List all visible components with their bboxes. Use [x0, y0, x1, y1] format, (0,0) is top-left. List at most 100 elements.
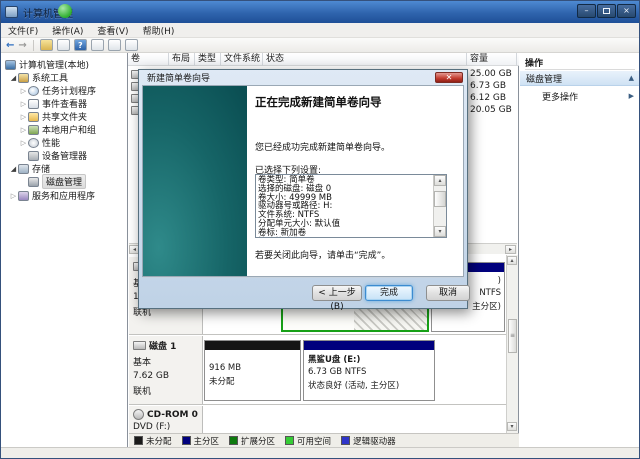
- more-actions-item[interactable]: 更多操作 ▶: [520, 89, 640, 103]
- properties-icon[interactable]: [91, 39, 104, 51]
- window-pane-icon[interactable]: [57, 39, 70, 51]
- collapsed-icon[interactable]: ▷: [19, 139, 28, 147]
- collapsed-icon[interactable]: ▷: [19, 100, 28, 108]
- forward-icon[interactable]: →: [18, 39, 26, 52]
- row-divider: [129, 404, 507, 405]
- volume-capacity: 20.05 GB: [470, 105, 516, 115]
- menu-file[interactable]: 文件(F): [8, 24, 38, 37]
- legend-item: 扩展分区: [229, 435, 275, 447]
- new-simple-volume-wizard-dialog: 新建简单卷向导 ✕ 正在完成新建简单卷向导 您已经成功完成新建简单卷向导。 已选…: [138, 69, 468, 309]
- disk1-volume-e[interactable]: 黑鲨U盘 (E:) 6.73 GB NTFS 状态良好 (活动, 主分区): [303, 340, 435, 401]
- refresh-icon[interactable]: [108, 39, 121, 51]
- event-viewer-icon: [28, 99, 39, 109]
- settings-listbox[interactable]: 卷类型: 简单卷 选择的磁盘: 磁盘 0 卷大小: 49999 MB 驱动器号或…: [255, 174, 447, 238]
- listbox-scrollbar[interactable]: ▴ ▾: [433, 175, 446, 237]
- storage-icon: [18, 164, 29, 174]
- tree-item-performance[interactable]: ▷ 性能: [19, 136, 60, 149]
- menu-view[interactable]: 查看(V): [97, 24, 128, 37]
- column-volume[interactable]: 卷: [128, 53, 169, 66]
- dialog-title-bar[interactable]: 新建简单卷向导 ✕: [142, 70, 464, 85]
- settings-lines: 卷类型: 简单卷 选择的磁盘: 磁盘 0 卷大小: 49999 MB 驱动器号或…: [258, 176, 432, 238]
- help-icon[interactable]: ?: [74, 39, 87, 51]
- scroll-right-icon[interactable]: ▸: [505, 245, 516, 254]
- dialog-close-icon[interactable]: ✕: [435, 72, 463, 83]
- app-icon: [5, 6, 18, 18]
- console-tree-icon[interactable]: [40, 39, 53, 51]
- scroll-thumb[interactable]: ≡: [508, 319, 517, 353]
- tree-root[interactable]: 计算机管理(本地): [5, 58, 89, 71]
- wizard-watermark: [143, 86, 247, 276]
- close-button[interactable]: ×: [617, 4, 636, 18]
- dialog-body: 正在完成新建简单卷向导 您已经成功完成新建简单卷向导。 已选择下列设置: 卷类型…: [142, 85, 464, 277]
- collapsed-icon[interactable]: ▷: [19, 87, 28, 95]
- minimize-button[interactable]: –: [577, 4, 596, 18]
- volume-list-header: 卷 布局 类型 文件系统 状态 容量: [128, 53, 519, 66]
- freespace-swatch: [285, 436, 294, 445]
- scroll-up-icon[interactable]: ▴: [434, 175, 446, 186]
- partition-legend: 未分配 主分区 扩展分区 可用空间 逻辑驱动器: [129, 433, 519, 447]
- column-type[interactable]: 类型: [195, 53, 221, 66]
- disk-icon: [133, 341, 146, 350]
- scroll-up-icon[interactable]: ▴: [507, 256, 517, 265]
- computer-icon: [5, 60, 16, 70]
- disk-management-icon: [28, 177, 39, 187]
- services-icon: [18, 191, 29, 201]
- volume-capacity: 6.12 GB: [470, 93, 516, 103]
- wizard-note: 若要关闭此向导，请单击“完成”。: [255, 248, 465, 261]
- toolbar: ← → ?: [1, 38, 640, 53]
- tree-item-device-manager[interactable]: 设备管理器: [28, 149, 87, 162]
- tree-item-event-viewer[interactable]: ▷ 事件查看器: [19, 97, 87, 110]
- volume-capacity: 25.00 GB: [470, 69, 516, 79]
- column-status[interactable]: 状态: [263, 53, 467, 66]
- disk-area-vscrollbar[interactable]: ▴ ▾ ≡: [506, 255, 518, 433]
- legend-item: 逻辑驱动器: [341, 435, 396, 447]
- wizard-message: 您已经成功完成新建简单卷向导。: [255, 140, 455, 153]
- tree-item-task-scheduler[interactable]: ▷ 任务计划程序: [19, 84, 96, 97]
- cdrom-icon: [133, 409, 144, 420]
- back-button[interactable]: < 上一步(B): [312, 285, 362, 301]
- extended-swatch: [229, 436, 238, 445]
- collapse-icon[interactable]: ▲: [629, 74, 634, 82]
- column-filesystem[interactable]: 文件系统: [221, 53, 263, 66]
- window-controls: – ×: [577, 4, 636, 18]
- expanded-icon[interactable]: ◢: [9, 74, 18, 82]
- tree-item-shared-folders[interactable]: ▷ 共享文件夹: [19, 110, 87, 123]
- legend-item: 可用空间: [285, 435, 331, 447]
- tree-item-local-users[interactable]: ▷ 本地用户和组: [19, 123, 96, 136]
- disk1-label[interactable]: 磁盘 1 基本 7.62 GB 联机: [129, 336, 203, 404]
- finish-button[interactable]: 完成: [365, 285, 413, 301]
- menu-bar: 文件(F) 操作(A) 查看(V) 帮助(H): [1, 23, 640, 38]
- logical-swatch: [341, 436, 350, 445]
- disk1-unallocated-partition[interactable]: 916 MB 未分配: [204, 340, 301, 401]
- collapsed-icon[interactable]: ▷: [19, 126, 28, 134]
- computer-management-window: 计算机管理 – × 文件(F) 操作(A) 查看(V) 帮助(H) ← → ? …: [0, 0, 640, 459]
- device-manager-icon: [28, 151, 39, 161]
- menu-action[interactable]: 操作(A): [52, 24, 83, 37]
- back-icon[interactable]: ←: [6, 39, 14, 52]
- users-icon: [28, 125, 39, 135]
- primary-swatch: [182, 436, 191, 445]
- collapsed-icon[interactable]: ▷: [9, 192, 18, 200]
- row-divider: [129, 334, 507, 335]
- dialog-button-bar: < 上一步(B) 完成 取消: [142, 277, 464, 305]
- scroll-down-icon[interactable]: ▾: [507, 422, 517, 431]
- toolbar-divider: [33, 40, 34, 51]
- scroll-thumb[interactable]: [434, 191, 446, 207]
- expanded-icon[interactable]: ◢: [9, 165, 18, 173]
- legend-item: 未分配: [134, 435, 172, 447]
- collapsed-icon[interactable]: ▷: [19, 113, 28, 121]
- menu-help[interactable]: 帮助(H): [143, 24, 175, 37]
- tree-item-disk-management[interactable]: 磁盘管理: [28, 175, 86, 188]
- performance-icon: [28, 138, 39, 148]
- title-bar: 计算机管理: [1, 1, 640, 23]
- cancel-button[interactable]: 取消: [426, 285, 470, 301]
- scroll-down-icon[interactable]: ▾: [434, 226, 446, 237]
- tree-item-services[interactable]: ▷ 服务和应用程序: [9, 189, 95, 202]
- maximize-button[interactable]: [597, 4, 616, 18]
- cdrom-label[interactable]: CD-ROM 0 DVD (F:): [129, 406, 203, 433]
- tree-item-system-tools[interactable]: ◢ 系统工具: [9, 71, 68, 84]
- column-layout[interactable]: 布局: [169, 53, 195, 66]
- actions-section-disk-management[interactable]: 磁盘管理 ▲: [520, 71, 640, 86]
- rescan-disks-icon[interactable]: [125, 39, 138, 51]
- column-capacity[interactable]: 容量: [467, 53, 517, 66]
